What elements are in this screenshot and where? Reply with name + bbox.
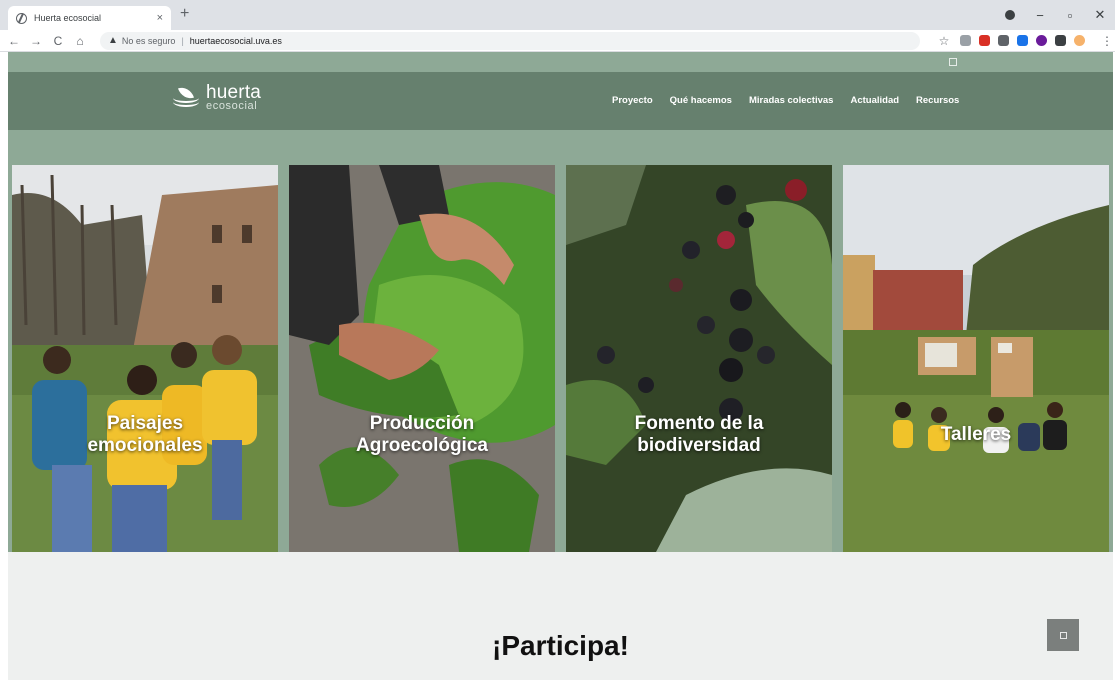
close-window-button[interactable]: ✕ <box>1085 7 1115 23</box>
tab-close-icon[interactable]: × <box>157 12 163 24</box>
web-page: huerta ecosocial Proyecto Qué hacemos Mi… <box>8 52 1113 680</box>
minimize-button[interactable]: − <box>1025 8 1055 23</box>
site-header: huerta ecosocial Proyecto Qué hacemos Mi… <box>8 72 1113 130</box>
site-logo[interactable]: huerta ecosocial <box>173 82 262 112</box>
profile-icon[interactable] <box>1005 10 1015 20</box>
address-separator: | <box>181 35 184 46</box>
card-title: Paisajes emocionales <box>87 413 203 456</box>
reload-button[interactable]: C <box>50 34 66 48</box>
security-label: No es seguro <box>121 35 176 46</box>
lettuce-photo <box>289 165 555 552</box>
workshop-photo <box>843 165 1109 552</box>
logo-word-ecosocial: ecosocial <box>206 100 258 112</box>
extension-icon[interactable] <box>1036 35 1047 46</box>
card-fomento-biodiversidad[interactable]: Fomento de la biodiversidad <box>566 165 832 552</box>
card-produccion-agroecologica[interactable]: Producción Agroecológica <box>289 165 555 552</box>
url-text: huertaecosocial.uva.es <box>189 35 282 46</box>
scroll-top-button[interactable] <box>1047 619 1079 651</box>
back-button[interactable]: ← <box>6 34 22 48</box>
restore-button[interactable]: ▫ <box>1055 8 1085 23</box>
new-tab-button[interactable]: + <box>180 5 189 23</box>
extension-bar: ☆ ⋮ <box>930 34 1115 48</box>
card-title: Producción Agroecológica <box>356 413 488 456</box>
card-talleres[interactable]: Talleres <box>843 165 1109 552</box>
forward-button[interactable]: → <box>28 34 44 48</box>
nav-actualidad[interactable]: Actualidad <box>850 95 899 106</box>
participa-heading: ¡Participa! <box>492 630 629 661</box>
site-favicon-icon <box>16 12 27 24</box>
feature-cards: Paisajes emocionales Producción Agroecol… <box>12 165 1109 552</box>
square-icon <box>1059 631 1067 639</box>
landscape-photo <box>12 165 278 552</box>
leaf-logo-icon <box>173 83 201 111</box>
nav-miradas-colectivas[interactable]: Miradas colectivas <box>749 95 834 106</box>
extension-icon[interactable] <box>998 35 1009 46</box>
nav-proyecto[interactable]: Proyecto <box>612 95 653 106</box>
pdf-extension-icon[interactable] <box>979 35 990 46</box>
card-title: Fomento de la biodiversidad <box>634 413 764 456</box>
card-paisajes-emocionales[interactable]: Paisajes emocionales <box>12 165 278 552</box>
browser-window: Huerta ecosocial × + − ▫ ✕ ← → C ⌂ ▲ No … <box>0 0 1115 680</box>
browser-menu-icon[interactable]: ⋮ <box>1099 34 1115 48</box>
tab-title: Huerta ecosocial <box>34 13 102 23</box>
nav-recursos[interactable]: Recursos <box>916 95 959 106</box>
puzzle-icon[interactable] <box>1055 35 1066 46</box>
extension-icon[interactable] <box>1017 35 1028 46</box>
extension-icon[interactable] <box>960 35 971 46</box>
browser-tab[interactable]: Huerta ecosocial × <box>8 6 171 30</box>
square-icon[interactable] <box>949 58 957 66</box>
nav-que-hacemos[interactable]: Qué hacemos <box>670 95 732 106</box>
window-controls: − ▫ ✕ <box>995 0 1115 30</box>
home-button[interactable]: ⌂ <box>72 34 88 48</box>
card-title: Talleres <box>940 424 1012 445</box>
top-utility-bar <box>8 52 1113 72</box>
tab-strip: Huerta ecosocial × + − ▫ ✕ <box>0 0 1115 30</box>
bookmark-star-icon[interactable]: ☆ <box>936 34 952 48</box>
browser-toolbar: ← → C ⌂ ▲ No es seguro | huertaecosocial… <box>0 30 1115 52</box>
blackberries-photo <box>566 165 832 552</box>
profile-avatar-icon[interactable] <box>1074 35 1085 46</box>
logo-word-huerta: huerta <box>206 82 262 103</box>
warning-icon: ▲ <box>108 35 118 46</box>
main-nav: Proyecto Qué hacemos Miradas colectivas … <box>612 95 959 106</box>
address-bar[interactable]: ▲ No es seguro | huertaecosocial.uva.es <box>100 31 920 50</box>
